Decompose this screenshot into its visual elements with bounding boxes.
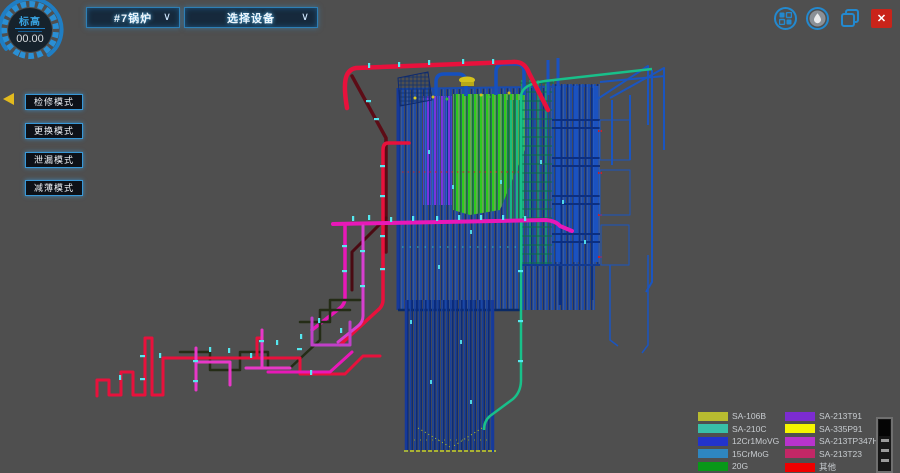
legend-swatch (698, 449, 728, 458)
legend-code: SA-213TP347H (819, 436, 879, 446)
legend-swatch (785, 412, 815, 421)
copy-layers-icon-button[interactable] (838, 6, 862, 30)
mode-button-maintenance[interactable]: 检修模式 (25, 94, 83, 110)
scrollbar-tick (881, 459, 889, 462)
right-piping-frame (596, 66, 665, 353)
droplet-icon-button[interactable] (806, 7, 829, 30)
legend-swatch (785, 424, 815, 433)
legend-row: 20G (698, 461, 748, 471)
collapse-arrow-icon[interactable] (3, 93, 14, 105)
legend-code: 12Cr1MoVG (732, 436, 779, 446)
chevron-down-icon: ∨ (163, 10, 171, 23)
scrollbar-tick (881, 439, 889, 442)
mode-button-replace[interactable]: 更换模式 (25, 123, 83, 139)
mode-button-thinning[interactable]: 减薄模式 (25, 180, 83, 196)
gauge-value: 00.00 (0, 33, 60, 45)
device-select-value: 选择设备 (227, 10, 275, 26)
legend-scrollbar-thumb[interactable] (879, 420, 890, 436)
legend-code: SA-106B (732, 411, 766, 421)
legend-swatch (785, 463, 815, 472)
legend-code: 其他 (819, 461, 836, 473)
legend-swatch (698, 424, 728, 433)
legend-row: SA-335P91 (785, 424, 862, 434)
legend-scrollbar[interactable] (876, 417, 893, 473)
legend-swatch (785, 437, 815, 446)
copy-layers-icon (839, 7, 861, 29)
backpass-banks (520, 80, 602, 265)
gauge-divider-2 (18, 31, 42, 32)
legend-row: 其他 (785, 461, 836, 473)
mode-button-leak[interactable]: 泄漏模式 (25, 152, 83, 168)
close-button[interactable]: ✕ (871, 9, 892, 28)
legend-row: 15CrMoG (698, 449, 769, 459)
window-controls: ✕ (774, 6, 892, 30)
boiler-3d-viewport[interactable] (0, 0, 900, 473)
furnace-hopper (404, 300, 496, 452)
gauge-divider (15, 28, 45, 29)
elevation-gauge: 标高 00.00 (0, 0, 66, 66)
legend-row: SA-213T23 (785, 449, 862, 459)
layout-grid-icon (779, 12, 792, 25)
legend-row: SA-210C (698, 424, 767, 434)
scrollbar-tick (881, 449, 889, 452)
app-window: 标高 00.00 #7锅炉 ∨ 选择设备 ∨ (0, 0, 900, 473)
material-legend: SA-106B SA-210C 12Cr1MoVG 15CrMoG 20G SA… (694, 411, 894, 473)
legend-row: 12Cr1MoVG (698, 436, 779, 446)
legend-code: SA-213T91 (819, 411, 862, 421)
legend-code: SA-210C (732, 424, 767, 434)
legend-code: SA-213T23 (819, 449, 862, 459)
layout-grid-icon-button[interactable] (774, 7, 797, 30)
legend-code: 20G (732, 461, 748, 471)
lower-left-pipe-network (97, 300, 380, 396)
boiler-select-dropdown[interactable]: #7锅炉 ∨ (86, 7, 180, 28)
legend-swatch (785, 449, 815, 458)
legend-code: SA-335P91 (819, 424, 862, 434)
boiler-select-value: #7锅炉 (114, 10, 152, 26)
legend-swatch (698, 412, 728, 421)
legend-row: SA-106B (698, 411, 766, 421)
device-select-dropdown[interactable]: 选择设备 ∨ (184, 7, 318, 28)
legend-swatch (698, 462, 728, 471)
droplet-icon (809, 10, 826, 27)
legend-row: SA-213T91 (785, 411, 862, 421)
legend-row: SA-213TP347H (785, 436, 879, 446)
gauge-label: 标高 (0, 13, 60, 28)
legend-code: 15CrMoG (732, 449, 769, 459)
legend-swatch (698, 437, 728, 446)
chevron-down-icon: ∨ (301, 10, 309, 23)
